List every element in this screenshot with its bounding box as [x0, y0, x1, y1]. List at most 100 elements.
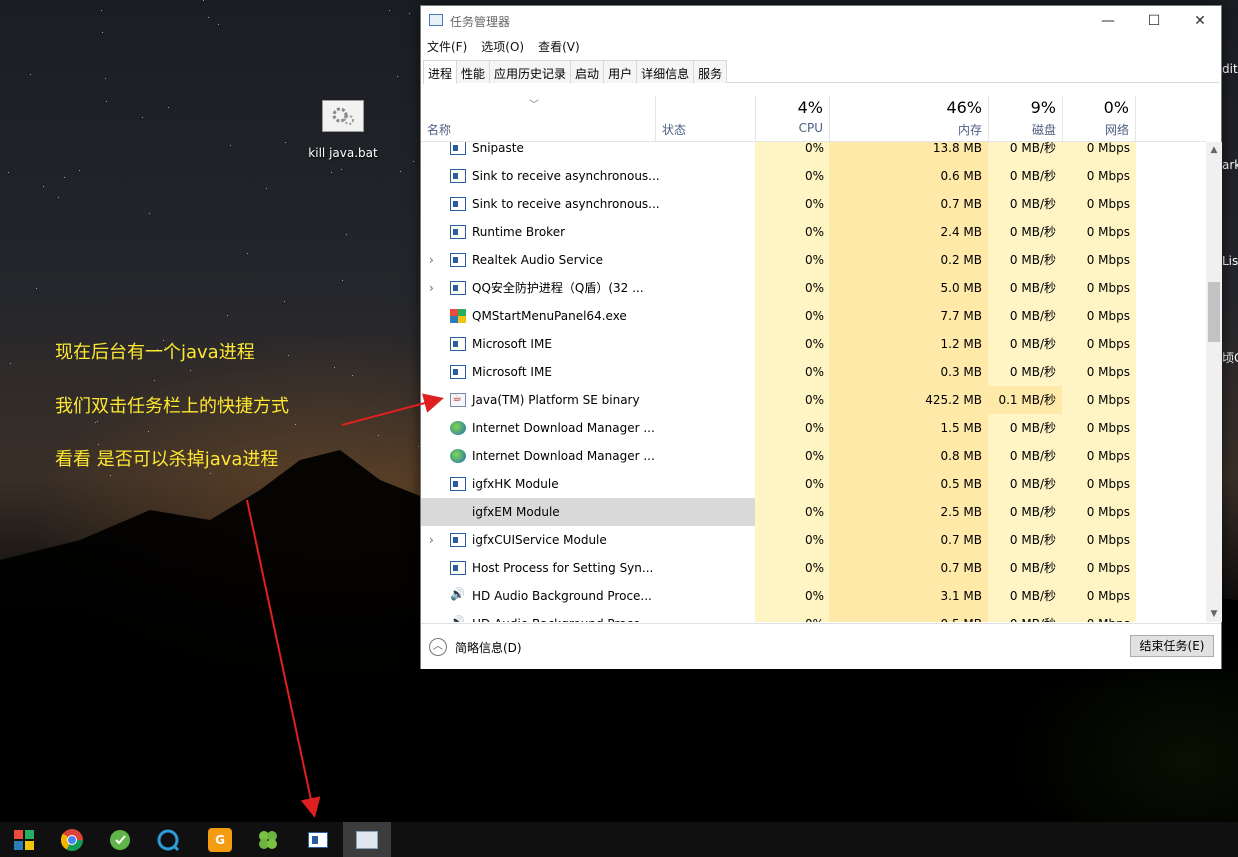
star	[208, 17, 209, 18]
process-row[interactable]: igfxHK Module 0% 0.5 MB 0 MB/秒 0 Mbps	[421, 470, 1206, 498]
process-disk: 0 MB/秒	[988, 358, 1062, 386]
tab-performance[interactable]: 性能	[456, 60, 491, 83]
menu-view[interactable]: 查看(V)	[538, 38, 580, 56]
process-row[interactable]: Snipaste 0% 13.8 MB 0 MB/秒 0 Mbps	[421, 142, 1206, 162]
desktop-icon-kill-java-bat[interactable]: kill java.bat	[303, 100, 383, 160]
process-name: Internet Download Manager ...	[472, 449, 655, 463]
maximize-button[interactable]: ☐	[1131, 6, 1177, 36]
process-row[interactable]: Microsoft IME 0% 0.3 MB 0 MB/秒 0 Mbps	[421, 358, 1206, 386]
process-memory: 2.4 MB	[829, 218, 988, 246]
process-cpu: 0%	[755, 330, 830, 358]
fewer-details-button[interactable]: ︿ 简略信息(D)	[429, 638, 522, 656]
tab-startup[interactable]: 启动	[570, 60, 605, 83]
star	[284, 301, 285, 302]
minimize-button[interactable]: —	[1085, 6, 1131, 36]
process-memory: 0.7 MB	[829, 190, 988, 218]
process-memory: 425.2 MB	[829, 386, 988, 414]
process-network: 0 Mbps	[1062, 442, 1136, 470]
chevron-up-icon: ︿	[429, 638, 447, 656]
column-header-name[interactable]: ﹀ 名称	[421, 96, 655, 142]
column-header-network[interactable]: 0% 网络	[1062, 96, 1136, 142]
process-cpu: 0%	[755, 274, 830, 302]
vertical-scrollbar[interactable]: ▲ ▼	[1206, 142, 1222, 622]
process-row[interactable]: Runtime Broker 0% 2.4 MB 0 MB/秒 0 Mbps	[421, 218, 1206, 246]
process-network: 0 Mbps	[1062, 498, 1136, 526]
column-header-disk[interactable]: 9% 磁盘	[988, 96, 1062, 142]
star	[149, 213, 150, 214]
menu-file[interactable]: 文件(F)	[427, 38, 467, 56]
column-header-cpu[interactable]: 4% CPU	[755, 96, 829, 142]
tab-details[interactable]: 详细信息	[636, 60, 695, 83]
process-name: Java(TM) Platform SE binary	[472, 393, 640, 407]
process-row[interactable]: Internet Download Manager ... 0% 1.5 MB 0 M…	[421, 414, 1206, 442]
process-network: 0 Mbps	[1062, 246, 1136, 274]
process-disk: 0 MB/秒	[988, 414, 1062, 442]
process-memory: 0.3 MB	[829, 358, 988, 386]
star	[10, 363, 11, 364]
star	[102, 32, 103, 33]
process-cpu: 0%	[755, 498, 830, 526]
process-disk: 0 MB/秒	[988, 442, 1062, 470]
process-row[interactable]: HD Audio Background Proce...0%0.5 MB0 MB…	[421, 610, 1206, 622]
star	[227, 315, 228, 316]
task-manager-taskbar-icon[interactable]	[343, 822, 391, 857]
column-status-label: 状态	[662, 123, 687, 137]
scroll-up-icon[interactable]: ▲	[1206, 142, 1222, 158]
process-row[interactable]: HD Audio Background Proce... 0%3.1 MB0 MB…	[421, 582, 1206, 610]
process-name: QMStartMenuPanel64.exe	[472, 309, 627, 323]
process-name: Runtime Broker	[472, 225, 566, 239]
process-network: 0 Mbps	[1062, 470, 1136, 498]
process-network: 0 Mbps	[1062, 554, 1136, 582]
process-row[interactable]: Microsoft IME 0% 1.2 MB 0 MB/秒 0 Mbps	[421, 330, 1206, 358]
process-memory: 0.8 MB	[829, 442, 988, 470]
edge-fragment: ark	[1222, 158, 1238, 172]
wps-icon[interactable]: G	[196, 822, 244, 857]
process-row[interactable]: igfxEM Module 0% 2.5 MB 0 MB/秒 0 Mbps	[421, 498, 1206, 526]
process-name: Sink to receive asynchronous...	[472, 169, 660, 183]
process-memory: 0.5 MB	[829, 610, 988, 622]
process-row[interactable]: Host Process for Setting Syn... 0% 0.7 MB 0…	[421, 554, 1206, 582]
process-network: 0 Mbps	[1062, 610, 1136, 622]
process-list: Snipaste 0% 13.8 MB 0 MB/秒 0 Mbps Sink to rec…	[421, 142, 1206, 622]
tab-processes[interactable]: 进程	[423, 60, 458, 84]
annotation-line-2: 我们双击任务栏上的快捷方式	[55, 396, 289, 417]
tab-services[interactable]: 服务	[693, 60, 728, 83]
process-row[interactable]: › QQ安全防护进程（Q盾）(32 ... 0% 5.0 MB 0 MB/秒 0 Mbps	[421, 274, 1206, 302]
process-row[interactable]: QMStartMenuPanel64.exe 0% 7.7 MB 0 MB/秒 0 Mb…	[421, 302, 1206, 330]
star	[106, 101, 107, 102]
column-header-memory[interactable]: 46% 内存	[829, 96, 988, 142]
star	[346, 234, 347, 235]
windows-start-icon[interactable]	[0, 822, 48, 857]
process-row[interactable]: › igfxCUIService Module 0% 0.7 MB 0 MB/秒 0 Mb…	[421, 526, 1206, 554]
chrome-icon[interactable]	[48, 822, 96, 857]
star	[203, 0, 204, 1]
process-row[interactable]: Internet Download Manager ... 0% 0.8 MB 0 M…	[421, 442, 1206, 470]
tab-users[interactable]: 用户	[603, 60, 638, 83]
edge-fragment: List	[1222, 254, 1238, 268]
qq-browser-icon[interactable]	[144, 822, 192, 857]
process-row[interactable]: › Realtek Audio Service 0% 0.2 MB 0 MB/秒 0 Mb…	[421, 246, 1206, 274]
shortcut-icon[interactable]	[294, 822, 342, 857]
process-memory: 3.1 MB	[829, 582, 988, 610]
assistant-icon[interactable]	[96, 822, 144, 857]
process-cpu: 0%	[755, 386, 830, 414]
process-row[interactable]: Sink to receive asynchronous... 0% 0.7 MB 0…	[421, 190, 1206, 218]
title-bar[interactable]: 任务管理器 — ☐ ✕	[421, 6, 1221, 36]
tab-app-history[interactable]: 应用历史记录	[489, 60, 572, 83]
close-button[interactable]: ✕	[1177, 6, 1223, 36]
process-row[interactable]: Java(TM) Platform SE binary 0%425.2 MB0.1…	[421, 386, 1206, 414]
process-disk: 0 MB/秒	[988, 526, 1062, 554]
clover-icon[interactable]	[244, 822, 292, 857]
scroll-thumb[interactable]	[1208, 282, 1220, 342]
taskbar: G	[0, 822, 1238, 857]
process-network: 0 Mbps	[1062, 190, 1136, 218]
process-row[interactable]: Sink to receive asynchronous... 0% 0.6 MB 0…	[421, 162, 1206, 190]
process-memory: 7.7 MB	[829, 302, 988, 330]
menu-options[interactable]: 选项(O)	[481, 38, 524, 56]
process-name: HD Audio Background Proce...	[472, 589, 652, 603]
process-cpu: 0%	[755, 190, 830, 218]
process-cpu: 0%	[755, 526, 830, 554]
scroll-down-icon[interactable]: ▼	[1206, 606, 1222, 622]
end-task-button[interactable]: 结束任务(E)	[1130, 635, 1214, 657]
column-header-status[interactable]: 状态	[655, 96, 755, 142]
